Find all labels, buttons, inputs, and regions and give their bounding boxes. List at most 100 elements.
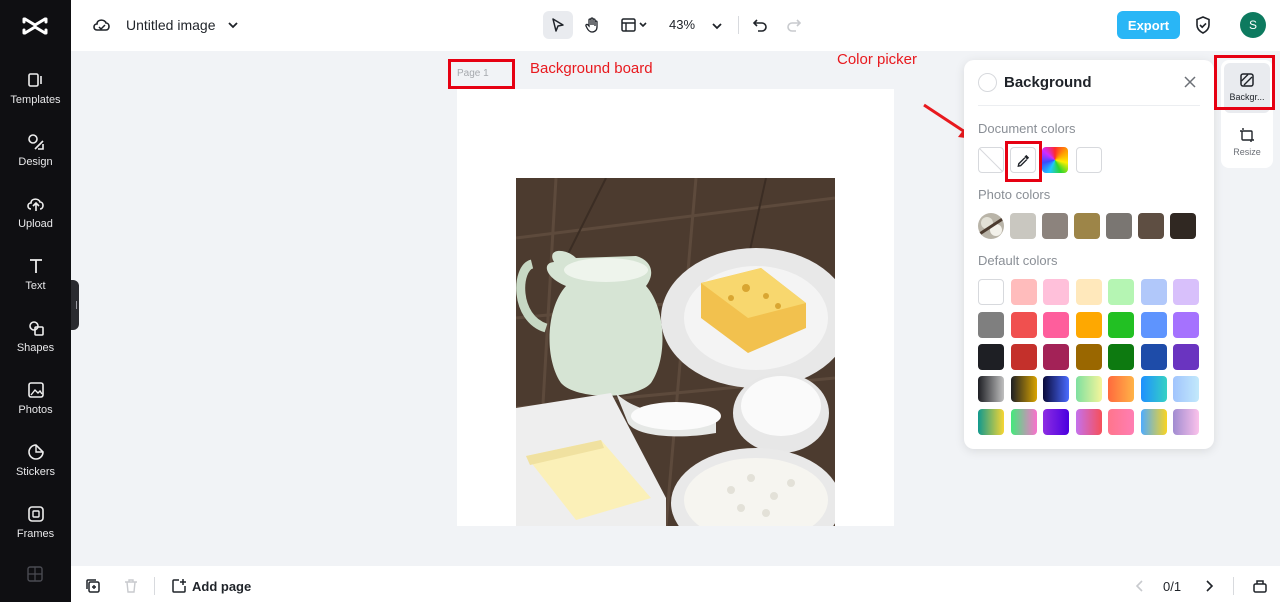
gradient-color-swatch[interactable]: [978, 376, 1004, 402]
sidebar-item-shapes[interactable]: Shapes: [0, 312, 71, 368]
sidebar-item-design[interactable]: Design: [0, 126, 71, 182]
duplicate-page-icon[interactable]: [85, 578, 101, 594]
gradient-color-swatch[interactable]: [1173, 408, 1199, 435]
gradient-color-swatch[interactable]: [1140, 408, 1167, 435]
layout-menu-button[interactable]: [617, 11, 653, 39]
default-color-swatch[interactable]: [1173, 279, 1199, 305]
gradient-color-swatch[interactable]: [1043, 376, 1069, 402]
sidebar-item-label: Upload: [18, 218, 53, 230]
gradient-color-swatch[interactable]: [1075, 376, 1102, 402]
default-color-swatch[interactable]: [1043, 344, 1069, 370]
eyedropper-highlight: [1005, 141, 1042, 182]
no-color-swatch[interactable]: [978, 147, 1004, 173]
default-color-swatch[interactable]: [1173, 344, 1199, 370]
sidebar-item-label: Photos: [18, 404, 53, 416]
default-color-swatch[interactable]: [1010, 344, 1037, 370]
undo-icon[interactable]: [751, 16, 769, 34]
gradient-color-swatch[interactable]: [1108, 408, 1134, 435]
chevron-down-icon[interactable]: [227, 18, 239, 30]
cursor-icon: [552, 18, 564, 32]
resize-rail-label: Resize: [1233, 147, 1261, 157]
gradient-color-swatch[interactable]: [1140, 376, 1167, 402]
default-color-swatch[interactable]: [1010, 311, 1037, 338]
capcut-logo-icon[interactable]: [22, 14, 48, 38]
document-title[interactable]: Untitled image: [126, 17, 216, 33]
current-color-indicator: [978, 73, 997, 92]
dairy-products-photo[interactable]: [516, 178, 835, 526]
gradient-color-swatch[interactable]: [1108, 376, 1134, 402]
default-color-swatch[interactable]: [1108, 279, 1134, 305]
left-sidebar: Templates Design Upload Text Shapes Phot…: [0, 0, 71, 602]
default-color-swatch[interactable]: [1075, 344, 1102, 370]
annotation-color-picker: Color picker: [837, 51, 918, 68]
default-color-swatch[interactable]: [1173, 311, 1199, 338]
delete-page-icon[interactable]: [123, 578, 139, 594]
add-page-label: Add page: [192, 578, 252, 594]
default-color-swatch[interactable]: [978, 311, 1004, 338]
default-color-swatch[interactable]: [1075, 311, 1102, 338]
document-color-white-swatch[interactable]: [1076, 147, 1102, 173]
resize-rail-button[interactable]: Resize: [1224, 118, 1270, 168]
photo-color-swatch[interactable]: [1042, 213, 1068, 239]
color-spectrum-swatch[interactable]: [1042, 147, 1068, 173]
upload-icon: [26, 198, 44, 211]
default-color-swatch[interactable]: [1108, 344, 1134, 370]
default-color-swatch[interactable]: [978, 279, 1004, 305]
default-color-swatch[interactable]: [1075, 279, 1102, 305]
user-avatar[interactable]: S: [1240, 12, 1266, 38]
bottom-bar: Add page 0/1: [71, 566, 1280, 602]
more-apps-icon[interactable]: [27, 566, 43, 582]
export-button[interactable]: Export: [1117, 11, 1180, 39]
sidebar-item-text[interactable]: Text: [0, 250, 71, 306]
photo-color-swatch[interactable]: [1010, 213, 1036, 239]
stickers-icon: [27, 444, 44, 460]
sidebar-item-frames[interactable]: Frames: [0, 498, 71, 554]
panel-title: Background: [1004, 74, 1092, 91]
text-icon: [29, 259, 42, 273]
annotation-background-board: Background board: [530, 60, 653, 77]
sidebar-item-label: Frames: [16, 528, 55, 540]
photo-color-swatch[interactable]: [1170, 213, 1196, 239]
gradient-color-swatch[interactable]: [1010, 376, 1037, 402]
cloud-save-icon[interactable]: [92, 16, 112, 34]
gradient-color-swatch[interactable]: [1075, 408, 1102, 435]
gradient-color-swatch[interactable]: [978, 408, 1004, 435]
next-page-icon[interactable]: [1201, 578, 1217, 594]
page-manager-icon[interactable]: [1252, 578, 1268, 594]
sidebar-collapse-handle[interactable]: [71, 280, 79, 330]
default-color-swatch[interactable]: [1108, 311, 1134, 338]
shapes-icon: [28, 321, 44, 336]
zoom-level[interactable]: 43%: [669, 17, 695, 32]
add-page-button[interactable]: Add page: [171, 578, 251, 594]
background-button-highlight: [1214, 55, 1275, 110]
toolbar-divider: [738, 16, 739, 34]
photos-icon: [27, 382, 44, 398]
close-icon[interactable]: [1183, 75, 1197, 89]
sidebar-item-label: Shapes: [16, 342, 55, 354]
sidebar-item-photos[interactable]: Photos: [0, 374, 71, 430]
default-color-swatch[interactable]: [978, 344, 1004, 370]
sidebar-item-stickers[interactable]: Stickers: [0, 436, 71, 492]
previous-page-icon[interactable]: [1132, 578, 1148, 594]
default-color-swatch[interactable]: [1010, 279, 1037, 305]
select-tool-button[interactable]: [543, 11, 573, 39]
default-color-swatch[interactable]: [1043, 311, 1069, 338]
photo-color-swatch[interactable]: [1106, 213, 1132, 239]
default-color-swatch[interactable]: [1043, 279, 1069, 305]
photo-color-swatch[interactable]: [1138, 213, 1164, 239]
photo-color-swatch[interactable]: [1074, 213, 1100, 239]
default-color-swatch[interactable]: [1140, 344, 1167, 370]
photo-thumbnail-swatch[interactable]: [978, 213, 1004, 239]
default-color-swatch[interactable]: [1140, 311, 1167, 338]
default-color-swatch[interactable]: [1140, 279, 1167, 305]
gradient-color-swatch[interactable]: [1010, 408, 1037, 435]
gradient-color-swatch[interactable]: [1173, 376, 1199, 402]
shield-icon[interactable]: [1193, 15, 1213, 35]
sidebar-item-templates[interactable]: Templates: [0, 64, 71, 120]
resize-icon: [1240, 128, 1254, 142]
hand-tool-button[interactable]: [577, 11, 607, 39]
gradient-color-swatch[interactable]: [1043, 408, 1069, 435]
redo-icon[interactable]: [785, 16, 803, 34]
zoom-chevron-down-icon[interactable]: [711, 19, 723, 31]
sidebar-item-upload[interactable]: Upload: [0, 188, 71, 244]
